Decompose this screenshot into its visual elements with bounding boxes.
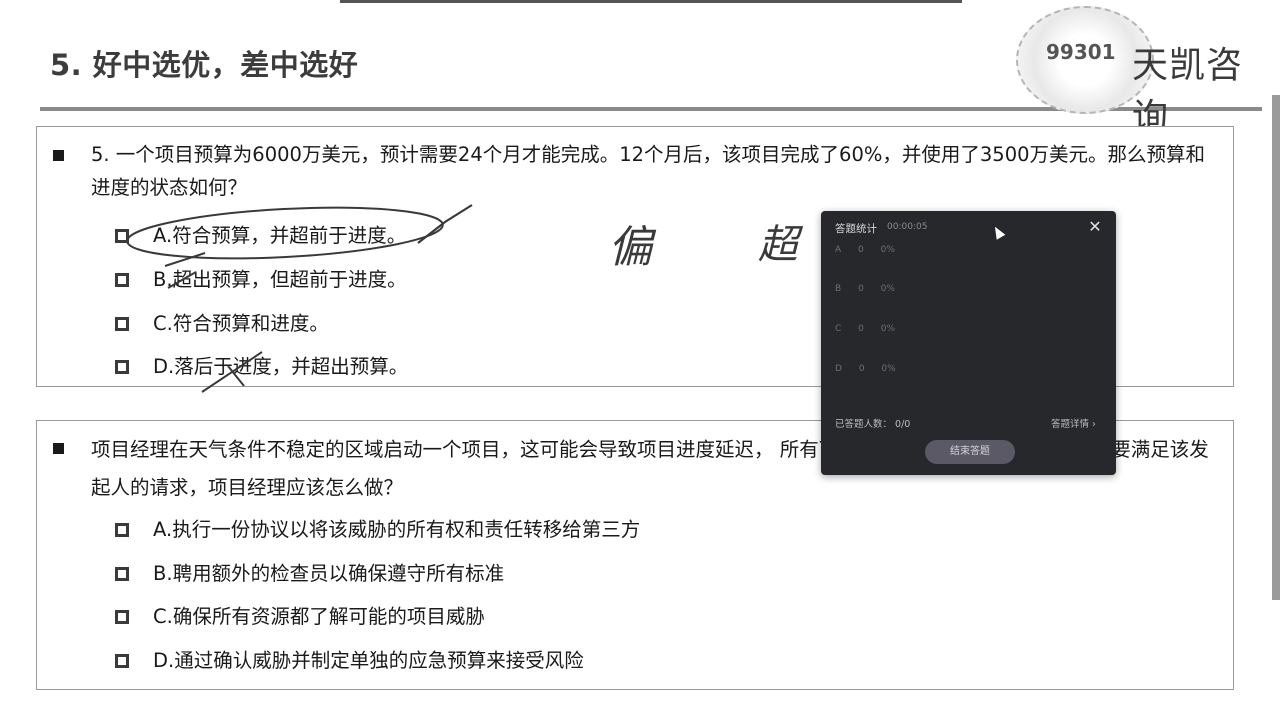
row-percent: 0% [880,245,895,255]
option-label: A.符合预算，并超前于进度。 [153,224,407,247]
option-label: D.通过确认威胁并制定单独的应急预算来接受风险 [153,649,584,672]
logo-text: 天凯咨询 [1132,45,1244,138]
checkbox-icon[interactable] [115,654,129,668]
close-icon[interactable]: ✕ [1085,217,1105,237]
brand-logo: 99301 天凯咨询 [1016,6,1266,138]
row-label: A [835,245,842,255]
question-1-option-b[interactable]: B.超出预算，但超前于进度。 [115,266,407,294]
question-2-option-d[interactable]: D.通过确认威胁并制定单独的应急预算来接受风险 [115,647,584,675]
popup-row-a: A 0 0% [835,245,909,255]
question-1-option-c[interactable]: C.符合预算和进度。 [115,310,329,338]
slide-title: 5. 好中选优，差中选好 [50,48,359,82]
option-label: C.符合预算和进度。 [153,312,329,335]
checkbox-icon[interactable] [115,273,129,287]
row-count: 0 [858,284,864,294]
answered-count: 已答题人数： 0/0 [835,416,910,430]
row-label: D [835,364,842,374]
popup-row-d: D 0 0% [835,364,910,374]
checkbox-icon[interactable] [115,229,129,243]
window-edge [1272,95,1280,600]
question-1-option-a[interactable]: A.符合预算，并超前于进度。 [115,222,406,250]
row-label: B [835,284,842,294]
answer-statistics-popup: 答题统计 00:00:05 ✕ A 0 0% B 0 0% C 0 0% D 0… [821,211,1116,475]
question-2-option-c[interactable]: C.确保所有资源都了解可能的项目威胁 [115,603,485,631]
option-label: B.聘用额外的检查员以确保遵守所有标准 [153,562,505,585]
question-2-option-b[interactable]: B.聘用额外的检查员以确保遵守所有标准 [115,560,504,588]
answered-label: 已答题人数： [835,419,893,430]
checkbox-icon[interactable] [115,610,129,624]
popup-title: 答题统计 [835,223,877,235]
answered-value: 0/0 [895,419,911,430]
row-percent: 0% [880,324,896,334]
option-label: A.执行一份协议以将该威胁的所有权和责任转移给第三方 [153,518,641,541]
popup-timer: 00:00:05 [887,222,928,232]
row-count: 0 [858,364,865,374]
answer-details-link[interactable]: 答题详情 › [1051,416,1096,430]
popup-row-c: C 0 0% [835,324,909,334]
checkbox-icon[interactable] [115,317,129,331]
end-quiz-button[interactable]: 结束答题 [925,440,1015,464]
question-1-option-d[interactable]: D.落后于进度，并超出预算。 [115,353,408,381]
question-1: 5. 一个项目预算为6000万美元，预计需要24个月才能完成。12个月后，该项目… [53,138,1223,204]
row-label: C [835,324,842,334]
checkbox-icon[interactable] [115,567,129,581]
row-count: 0 [858,245,864,255]
top-window-strip [340,0,962,3]
square-bullet-icon [53,150,64,161]
checkbox-icon[interactable] [115,523,129,537]
question-2-option-a[interactable]: A.执行一份协议以将该威胁的所有权和责任转移给第三方 [115,516,640,544]
popup-row-b: B 0 0% [835,284,909,294]
option-label: D.落后于进度，并超出预算。 [153,355,409,378]
row-percent: 0% [880,284,895,294]
logo-number: 99301 [1046,40,1116,64]
row-count: 0 [858,324,864,334]
square-bullet-icon [53,443,64,454]
row-percent: 0% [881,364,896,374]
option-label: B.超出预算，但超前于进度。 [153,268,407,291]
question-1-text: 5. 一个项目预算为6000万美元，预计需要24个月才能完成。12个月后，该项目… [91,143,1206,199]
option-label: C.确保所有资源都了解可能的项目威胁 [153,605,485,628]
checkbox-icon[interactable] [115,360,129,374]
